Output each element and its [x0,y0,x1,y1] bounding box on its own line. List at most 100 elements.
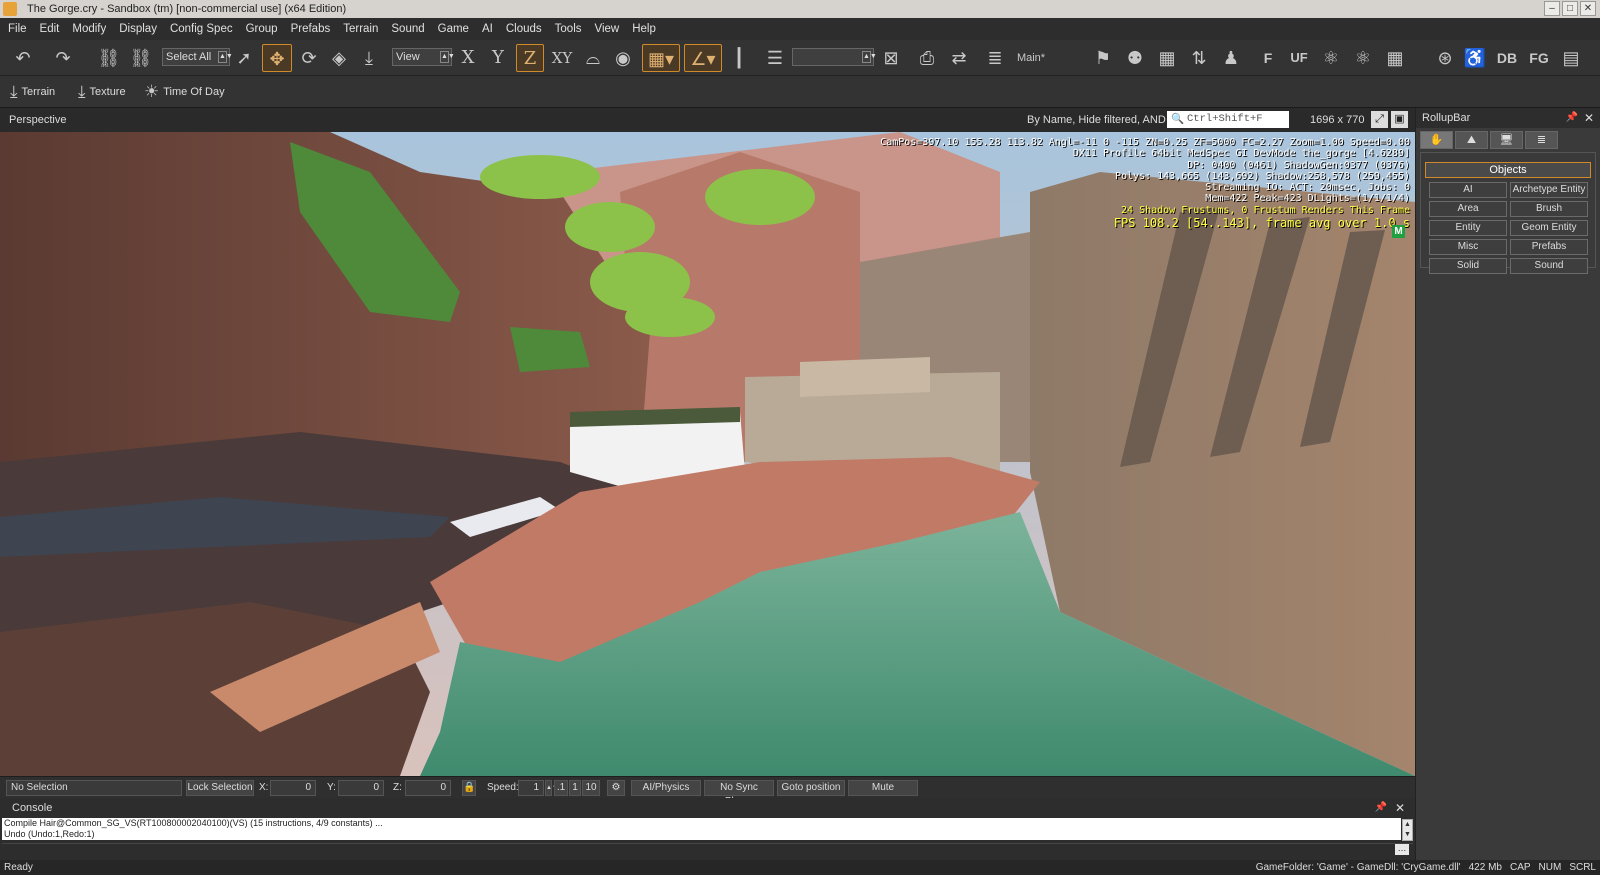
object-type-ai[interactable]: AI [1429,182,1507,198]
ui-flowgraph-button[interactable]: UF [1286,44,1312,72]
character-editor-icon[interactable]: ♟ [1218,44,1244,72]
viewport-name[interactable]: Perspective [9,114,66,126]
grid-snap-icon[interactable]: ▦▾ [642,44,680,72]
object-search-input[interactable]: 🔍 Ctrl+Shift+F [1167,111,1289,128]
axis-xy-button[interactable]: XY [548,44,576,72]
object-type-brush[interactable]: Brush [1510,201,1588,217]
character-icon[interactable]: ♿ [1462,44,1488,72]
close-icon[interactable]: ✕ [1584,108,1594,128]
terrain-snap-icon[interactable]: ⌓ [580,44,606,72]
pin-icon[interactable]: 📌 [1375,798,1387,818]
object-type-sound[interactable]: Sound [1510,258,1588,274]
axis-z-button[interactable]: Z [516,44,544,72]
menu-sound[interactable]: Sound [391,23,424,35]
menu-tools[interactable]: Tools [555,23,582,35]
console-input[interactable]: … [2,843,1413,855]
current-layer-label[interactable]: Main* [1012,44,1050,72]
object-type-geom-entity[interactable]: Geom Entity [1510,220,1588,236]
menu-edit[interactable]: Edit [40,23,60,35]
undo-icon[interactable]: ↶ [10,44,36,72]
layers-icon[interactable]: ≣ [982,44,1008,72]
lock-icon[interactable]: 🔒 [462,780,476,796]
maximize-button[interactable]: □ [1562,1,1578,16]
menu-group[interactable]: Group [246,23,278,35]
link-icon[interactable]: ⛓ [96,44,122,72]
sort-icon[interactable]: ⇅ [1186,44,1212,72]
material-editor-icon[interactable]: ▦ [1154,44,1180,72]
camera-speed-icon[interactable]: ⚙ [607,780,625,796]
menu-modify[interactable]: Modify [72,23,106,35]
console-scrollbar[interactable]: ▲ ▼ [1402,819,1413,841]
speed-preset-0-1[interactable]: .1 [554,780,568,796]
time-of-day-button[interactable]: ☀ Time Of Day [144,82,225,102]
menu-file[interactable]: File [8,23,27,35]
menu-display[interactable]: Display [119,23,157,35]
menu-clouds[interactable]: Clouds [506,23,542,35]
terrain-button[interactable]: ⤓ Terrain [10,82,55,102]
game-mode-icon[interactable]: ⚑ [1090,44,1116,72]
lifebuoy-icon[interactable]: ⊛ [1432,44,1458,72]
speed-preset-1[interactable]: 1 [569,780,581,796]
unlink-icon[interactable]: ⛓ [128,44,154,72]
selection-mask-dropdown[interactable]: Select All ▲▼ [162,48,233,66]
menu-ai[interactable]: AI [482,23,493,35]
rotate-icon[interactable]: ⟳ [296,44,322,72]
flowgraph-f-button[interactable]: F [1256,44,1280,72]
angle-snap-icon[interactable]: ∠▾ [684,44,722,72]
menu-terrain[interactable]: Terrain [343,23,378,35]
object-type-misc[interactable]: Misc [1429,239,1507,255]
minimize-button[interactable]: – [1544,1,1560,16]
scale-icon[interactable]: ◈ [326,44,352,72]
object-type-archetype-entity[interactable]: Archetype Entity [1510,182,1588,198]
object-type-solid[interactable]: Solid [1429,258,1507,274]
y-coordinate-input[interactable]: 0 [338,780,384,796]
filter-options[interactable]: By Name, Hide filtered, AND [1027,114,1166,126]
save-selection-icon[interactable]: ⎙ [914,44,940,72]
object-type-entity[interactable]: Entity [1429,220,1507,236]
speed-preset-10[interactable]: 10 [582,780,600,796]
physics-icon[interactable]: ⚉ [1122,44,1148,72]
facial-editor-button[interactable]: FG [1526,44,1552,72]
menu-view[interactable]: View [595,23,620,35]
objects-tab-icon[interactable]: ✋ [1420,131,1453,149]
mute-button[interactable]: Mute [848,780,918,796]
close-button[interactable]: ✕ [1580,1,1596,16]
x-coordinate-input[interactable]: 0 [270,780,316,796]
selection-list-icon[interactable]: ☰ [762,44,788,72]
menu-game[interactable]: Game [438,23,469,35]
z-coordinate-input[interactable]: 0 [405,780,451,796]
pin-icon[interactable]: 📌 [1566,108,1578,128]
perspective-viewport[interactable]: CamPos=397.10 155.28 113.82 Angl=-11 0 -… [0,132,1415,776]
speed-input[interactable]: 1 [518,780,544,796]
menu-help[interactable]: Help [632,23,656,35]
move-icon[interactable]: ✥ [262,44,292,72]
viewport-options-icon[interactable]: ⤢ [1371,111,1388,128]
axis-y-button[interactable]: Y [486,44,510,72]
texture-button[interactable]: ⤓ Texture [78,82,126,102]
speed-spinner-icon[interactable]: ▲▼ [545,780,558,796]
terrain-tab-icon[interactable]: ⛰ [1455,131,1488,149]
menu-config-spec[interactable]: Config Spec [170,23,233,35]
menu-prefabs[interactable]: Prefabs [291,23,331,35]
select-arrow-icon[interactable]: ➚ [232,44,256,72]
close-icon[interactable]: ✕ [1395,798,1405,818]
camera-icon[interactable]: ◉ [610,44,636,72]
objects-section-header[interactable]: Objects [1425,162,1591,178]
maximize-viewport-icon[interactable]: ▣ [1391,111,1408,128]
particle-database-icon[interactable]: ⚛ [1350,44,1376,72]
object-type-prefabs[interactable]: Prefabs [1510,239,1588,255]
snap-to-ground-icon[interactable]: ⤓ [356,44,382,72]
goto-position-button[interactable]: Goto position [777,780,845,796]
database-button[interactable]: DB [1494,44,1520,72]
remove-selection-icon[interactable]: ⊠ [878,44,904,72]
object-type-area[interactable]: Area [1429,201,1507,217]
ai-physics-button[interactable]: AI/Physics [631,780,701,796]
redo-icon[interactable]: ↷ [50,44,76,72]
more-tools-icon[interactable]: ▤ [1558,44,1584,72]
load-selection-icon[interactable]: ⇄ [946,44,972,72]
more-icon[interactable]: … [1395,844,1409,855]
reference-coord-dropdown[interactable]: View ▲▼ [392,48,455,66]
terrain-editor-icon[interactable]: ▦ [1382,44,1408,72]
no-sync-player-button[interactable]: No Sync Player [704,780,774,807]
layers-tab-icon[interactable]: ≣ [1525,131,1558,149]
